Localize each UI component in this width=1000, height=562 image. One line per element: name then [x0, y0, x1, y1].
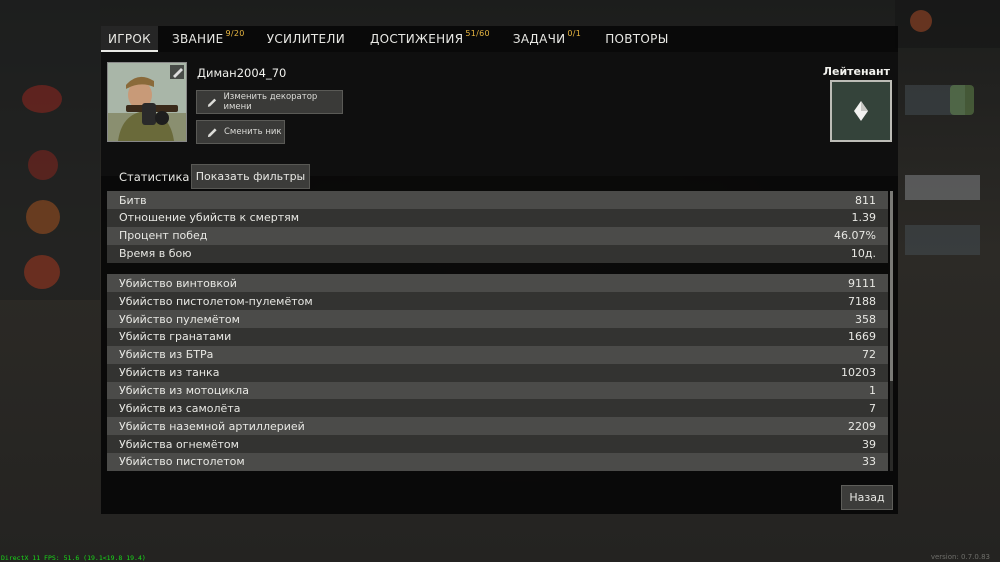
stat-value: 1669: [848, 330, 876, 344]
stat-label: Убийство пулемётом: [119, 312, 240, 326]
background-blur: [24, 255, 60, 289]
player-avatar-image: [108, 63, 186, 141]
show-filters-button[interactable]: Показать фильтры: [191, 164, 310, 189]
background-left-panel: [0, 0, 100, 300]
background-blur: [910, 10, 932, 32]
rank-insignia[interactable]: [830, 80, 892, 142]
stat-row: Убийств наземной артиллерией 2209: [107, 417, 888, 436]
stat-value: 2209: [848, 419, 876, 433]
stat-value: 9111: [848, 276, 876, 290]
stat-value: 72: [862, 348, 876, 362]
statistics-title: Статистика: [119, 170, 190, 184]
stat-value: 1: [869, 384, 876, 397]
stat-row: Убийство пистолетом 33: [107, 452, 888, 471]
stat-row: Битв 811: [107, 191, 888, 209]
stat-value: 7188: [848, 294, 876, 308]
stat-row: Убийств из БТРа 72: [107, 345, 888, 364]
change-name-decorator-label: Изменить декоратор имени: [223, 92, 318, 112]
stat-label: Убийство пистолетом: [119, 455, 245, 469]
stat-value: 811: [855, 193, 876, 207]
show-filters-label: Показать фильтры: [195, 170, 306, 183]
stat-label: Отношение убийств к смертям: [119, 211, 300, 225]
tab-achievements[interactable]: ДОСТИЖЕНИЯ 51/60: [370, 26, 490, 52]
stat-row: Убийств из мотоцикла 1: [107, 381, 888, 400]
stat-value: 46.07%: [834, 229, 876, 243]
change-name-decorator-button[interactable]: Изменить декоратор имени: [196, 90, 343, 114]
stat-value: 358: [855, 312, 876, 326]
tab-rank[interactable]: ЗВАНИЕ 9/20: [172, 26, 245, 52]
stat-row: Время в бою 10д.: [107, 244, 888, 263]
player-profile-dialog: ИГРОК ЗВАНИЕ 9/20 УСИЛИТЕЛИ ДОСТИЖЕНИЯ 5…: [101, 26, 898, 514]
background-blur: [22, 85, 62, 113]
stat-row: Убийств гранатами 1669: [107, 327, 888, 346]
stat-value: 7: [869, 401, 876, 415]
tab-label: ИГРОК: [108, 32, 151, 46]
background-blur: [28, 150, 58, 180]
stat-row: Убийств из танка 10203: [107, 363, 888, 382]
stat-label: Убийства огнемётом: [119, 437, 239, 451]
scrollbar-thumb[interactable]: [890, 191, 893, 381]
stat-label: Убийств из БТРа: [119, 348, 214, 362]
stat-row: Убийство пистолетом-пулемётом 7188: [107, 292, 888, 311]
statistics-list[interactable]: Битв 811 Отношение убийств к смертям 1.39 Пр…: [107, 191, 888, 471]
stat-row: Убийство винтовкой 9111: [107, 274, 888, 293]
stat-label: Битв: [119, 193, 147, 207]
statistics-scrollbar[interactable]: [890, 191, 893, 471]
tab-replays[interactable]: ПОВТОРЫ: [605, 26, 668, 52]
tab-tasks[interactable]: ЗАДАЧИ 0/1: [513, 26, 581, 52]
stat-label: Убийство пистолетом-пулемётом: [119, 294, 313, 308]
stat-value: 10203: [841, 366, 876, 380]
tab-label: ЗВАНИЕ: [172, 32, 224, 46]
background-blur: [905, 175, 980, 200]
fps-counter: DirectX 11 FPS: 51.6 (19.1<19.8 19.4): [1, 554, 146, 562]
player-header: Диман2004_70 Изменить декоратор имени См…: [101, 52, 898, 176]
stat-label: Время в бою: [119, 247, 192, 261]
stat-label: Убийств гранатами: [119, 330, 232, 344]
player-nickname: Диман2004_70: [197, 66, 287, 80]
tab-badge: 9/20: [225, 28, 245, 38]
player-rank-title: Лейтенант: [822, 65, 890, 78]
change-nick-label: Сменить ник: [224, 127, 282, 137]
stat-label: Убийств из мотоцикла: [119, 384, 249, 397]
tab-label: ДОСТИЖЕНИЯ: [369, 32, 464, 46]
stat-row: Убийство пулемётом 358: [107, 310, 888, 329]
change-nick-button[interactable]: Сменить ник: [196, 120, 285, 144]
stat-label: Убийств из самолёта: [119, 401, 241, 415]
profile-tabs: ИГРОК ЗВАНИЕ 9/20 УСИЛИТЕЛИ ДОСТИЖЕНИЯ 5…: [101, 26, 898, 52]
stat-value: 39: [862, 437, 876, 451]
stat-label: Убийств из танка: [119, 366, 220, 380]
tab-label: УСИЛИТЕЛИ: [266, 32, 345, 46]
tab-boosters[interactable]: УСИЛИТЕЛИ: [267, 26, 345, 52]
stat-value: 1.39: [851, 211, 877, 225]
stat-row: Убийства огнемётом 39: [107, 435, 888, 454]
back-button[interactable]: Назад: [841, 485, 893, 510]
stat-label: Процент побед: [119, 229, 208, 243]
pencil-icon: [207, 127, 217, 137]
tab-badge: 51/60: [465, 28, 490, 38]
stat-row: Отношение убийств к смертям 1.39: [107, 208, 888, 227]
pencil-icon: [207, 98, 217, 107]
back-button-label: Назад: [849, 491, 885, 504]
tab-label: ПОВТОРЫ: [605, 32, 669, 46]
tab-label: ЗАДАЧИ: [512, 32, 566, 46]
rank-insignia-icon: [832, 82, 890, 140]
player-avatar[interactable]: [107, 62, 187, 142]
game-version: version: 0.7.0.83: [930, 553, 990, 561]
background-blur: [26, 200, 60, 234]
background-blur: [950, 85, 974, 115]
stat-label: Убийство винтовкой: [119, 276, 237, 290]
stat-value: 33: [862, 455, 876, 469]
stat-value: 10д.: [850, 247, 876, 261]
stat-row: Убийств из самолёта 7: [107, 399, 888, 418]
background-blur: [905, 225, 980, 255]
stat-row: Процент побед 46.07%: [107, 226, 888, 245]
tab-badge: 0/1: [567, 28, 582, 38]
tab-player[interactable]: ИГРОК: [101, 26, 158, 52]
stat-label: Убийств наземной артиллерией: [119, 419, 305, 433]
